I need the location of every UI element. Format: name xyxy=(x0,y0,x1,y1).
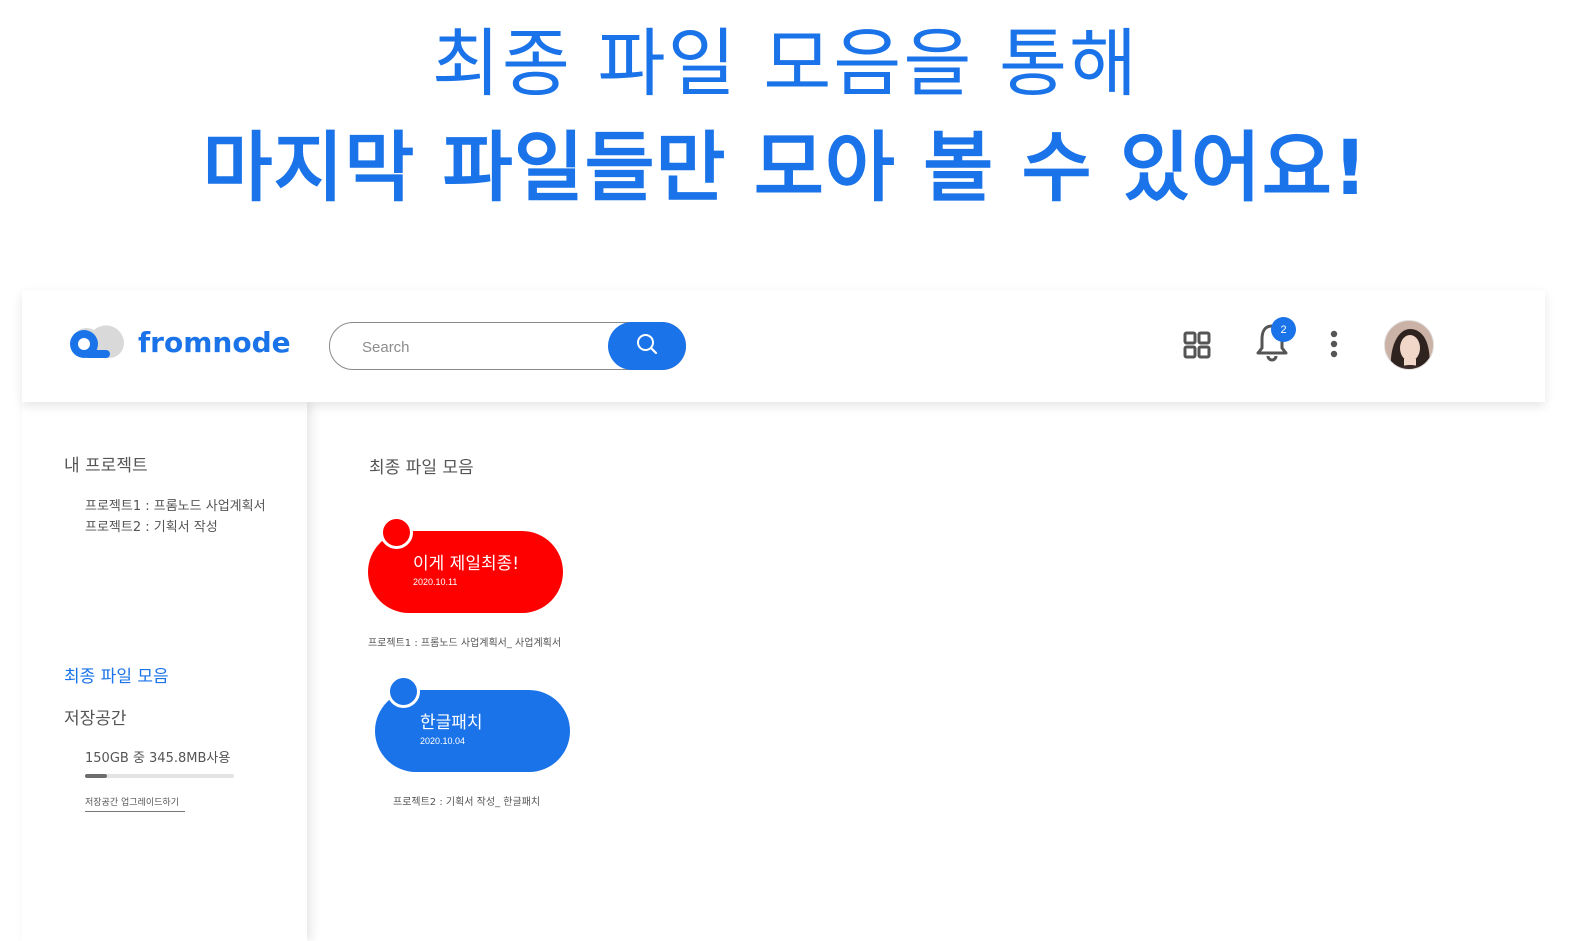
file-name: 이게 제일최종! xyxy=(413,554,520,574)
file-name: 한글패치 xyxy=(420,713,483,733)
headline-line-2: 마지막 파일들만 모아 볼 수 있어요! xyxy=(202,123,1369,212)
file-card-dot xyxy=(380,516,413,549)
avatar[interactable] xyxy=(1384,320,1434,370)
file-caption-2: 프로젝트2 : 기획서 작성_ 한글패치 xyxy=(393,797,541,808)
search-button[interactable] xyxy=(608,322,686,370)
top-bar: fromnode Search 2 xyxy=(22,290,1545,402)
headline-line-1: 최종 파일 모음을 통해 xyxy=(431,21,1140,107)
storage-title: 저장공간 xyxy=(64,709,127,729)
notification-badge: 2 xyxy=(1271,317,1296,342)
cloud-logo-icon xyxy=(68,318,126,366)
upgrade-storage-link[interactable]: 저장공간 업그레이드하기 xyxy=(85,795,185,812)
grid-icon xyxy=(1183,331,1211,363)
grid-view-button[interactable] xyxy=(1182,331,1212,363)
logo[interactable]: fromnode xyxy=(68,320,291,364)
file-caption-1: 프로젝트1 : 프롬노드 사업계획서_ 사업계획서 xyxy=(368,638,562,649)
logo-text: fromnode xyxy=(138,325,291,359)
search-icon xyxy=(635,332,659,360)
sidebar-item-final-files[interactable]: 최종 파일 모음 xyxy=(64,662,169,687)
page-title: 최종 파일 모음 xyxy=(369,458,474,478)
more-vertical-icon xyxy=(1330,330,1338,362)
file-card-2[interactable]: 한글패치 2020.10.04 xyxy=(375,675,570,772)
more-button[interactable] xyxy=(1324,330,1344,362)
search-input[interactable] xyxy=(360,335,604,359)
storage-progress-fill xyxy=(85,774,108,778)
file-date: 2020.10.11 xyxy=(413,577,458,587)
file-card-dot xyxy=(387,675,420,708)
app-window: fromnode Search 2 내 프로젝트 프로젝트1: 프롬노드 사업… xyxy=(22,290,1545,941)
main-content: 최종 파일 모음 이게 제일최종! 2020.10.11 프로젝트1 : 프롬노… xyxy=(307,402,1545,941)
my-projects-title: 내 프로젝트 xyxy=(64,456,148,476)
sidebar-item-project2[interactable]: 프로젝트2 : 기획서 작성 xyxy=(85,516,218,535)
sidebar: 내 프로젝트 프로젝트1 : 프롬노드 사업계획서 프로젝트2 : 기획서 작성… xyxy=(22,402,307,941)
search-box xyxy=(329,322,686,370)
storage-usage-text: 150GB 중 345.8MB사용 xyxy=(85,751,231,766)
sidebar-item-project1[interactable]: 프로젝트1 : 프롬노드 사업계획서 xyxy=(85,495,266,514)
storage-progress-bar xyxy=(85,774,234,778)
file-date: 2020.10.04 xyxy=(420,736,466,746)
file-card-1[interactable]: 이게 제일최종! 2020.10.11 xyxy=(368,516,563,613)
